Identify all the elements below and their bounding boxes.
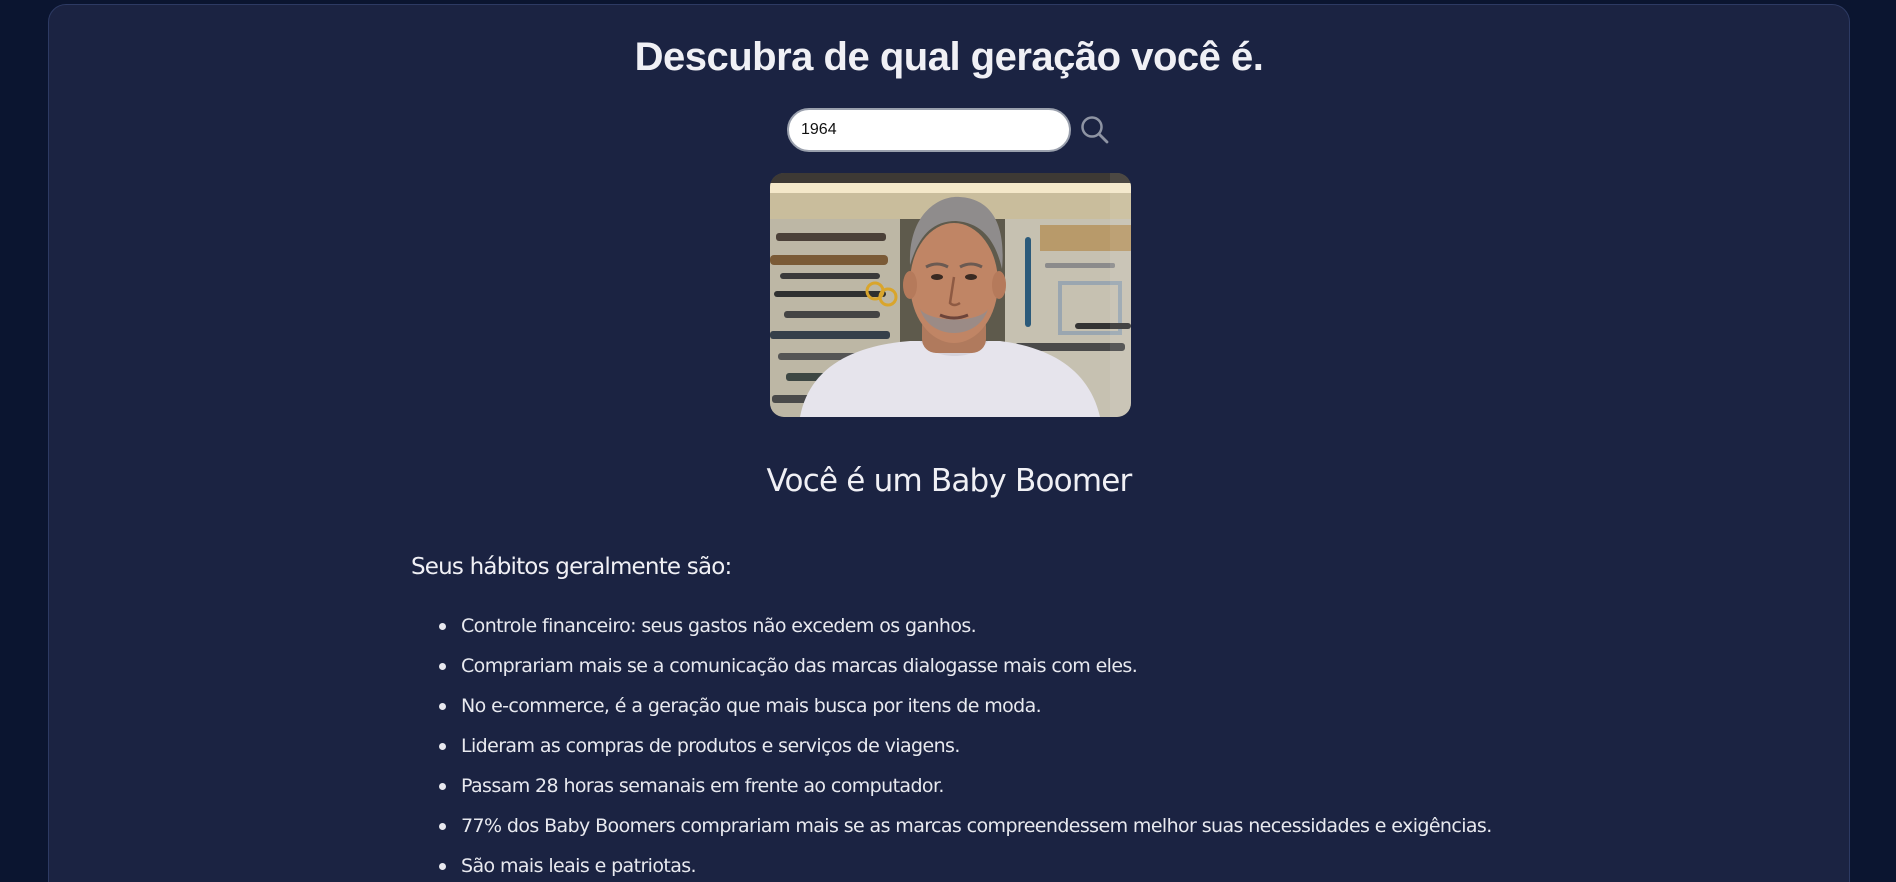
list-item: 77% dos Baby Boomers comprariam mais se … [439,811,1492,851]
search-icon [1081,116,1109,144]
bullet-icon [439,783,446,790]
bullet-icon [439,663,446,670]
bullet-icon [439,623,446,630]
content-card: Descubra de qual geração você é. 1964 Vo… [48,4,1850,882]
list-item-text: Passam 28 horas semanais em frente ao co… [461,775,944,797]
page-title: Descubra de qual geração você é. [634,35,1264,79]
list-item: São mais leais e patriotas. [439,851,1492,882]
habits-heading: Seus hábitos geralmente são: [411,554,732,580]
habits-list: Controle financeiro: seus gastos não exc… [411,611,1492,882]
list-item: Comprariam mais se a comunicação das mar… [439,651,1492,691]
bullet-icon [439,703,446,710]
list-item-text: Controle financeiro: seus gastos não exc… [461,615,977,637]
list-item-text: Comprariam mais se a comunicação das mar… [461,655,1138,677]
list-item: Controle financeiro: seus gastos não exc… [439,611,1492,651]
result-heading: Você é um Baby Boomer [766,463,1133,499]
list-item: Lideram as compras de produtos e serviço… [439,731,1492,771]
search-button[interactable] [1079,114,1111,146]
search-bar [787,108,1147,154]
list-item-text: São mais leais e patriotas. [461,855,697,877]
generation-photo [770,173,1131,417]
bullet-icon [439,743,446,750]
bullet-icon [439,823,446,830]
list-item-text: No e-commerce, é a geração que mais busc… [461,695,1042,717]
list-item-text: Lideram as compras de produtos e serviço… [461,735,960,757]
list-item: No e-commerce, é a geração que mais busc… [439,691,1492,731]
bullet-icon [439,863,446,870]
year-input[interactable] [787,108,1071,152]
person-photo [770,173,1131,417]
list-item-text: 77% dos Baby Boomers comprariam mais se … [461,815,1492,837]
list-item: Passam 28 horas semanais em frente ao co… [439,771,1492,811]
page: Descubra de qual geração você é. 1964 Vo… [0,0,1896,882]
